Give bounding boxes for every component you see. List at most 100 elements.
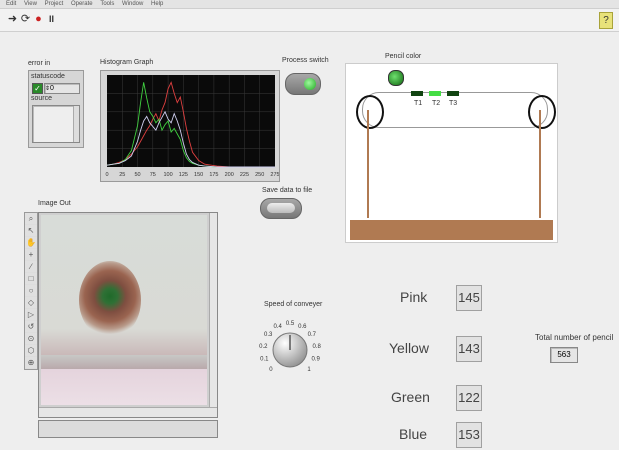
- menu-help[interactable]: Help: [151, 1, 163, 7]
- histogram-tick-label: 25: [119, 172, 125, 178]
- histogram-frame: 0 25 50 75 100 125 150 175 200 225 250 275: [100, 70, 280, 182]
- yellow-count: 143: [456, 336, 482, 362]
- pencil-blob: [79, 261, 141, 339]
- knob-scale-label: 0.6: [298, 324, 307, 330]
- image-vscrollbar[interactable]: [209, 213, 217, 407]
- sensor-t2-label: T2: [432, 100, 441, 107]
- knob-scale-label: 0.5: [286, 321, 295, 327]
- menu-tools[interactable]: Tools: [100, 1, 114, 7]
- pink-count: 145: [456, 285, 482, 311]
- menu-window[interactable]: Window: [122, 1, 143, 7]
- right-roller: [528, 95, 556, 129]
- pan-tool-icon[interactable]: ✋: [25, 237, 37, 249]
- yellow-label: Yellow: [389, 340, 429, 356]
- speed-knob[interactable]: 00.1 0.2 0.30.4 0.5 0.60.7 0.8 0.91: [252, 306, 332, 380]
- conveyor-base: [350, 220, 553, 240]
- knob-scale-label: 0.9: [312, 356, 321, 362]
- toolbar: ➜ ⟳ ● II ?: [0, 9, 619, 32]
- knob-scale-label: 0.1: [260, 356, 269, 362]
- histogram-tick-label: 100: [163, 172, 172, 178]
- image-hscrollbar[interactable]: [39, 407, 217, 417]
- menu-edit[interactable]: Edit: [6, 1, 16, 7]
- source-scrollbar[interactable]: [73, 106, 79, 142]
- run-arrow-icon[interactable]: ➜: [6, 13, 19, 26]
- histogram-graph: 0 25 50 75 100 125 150 175 200 225 250 275: [105, 75, 279, 178]
- image-out-canvas: [41, 215, 207, 405]
- sensor-t3-label: T3: [449, 100, 458, 107]
- histogram-tick-label: 50: [134, 172, 140, 178]
- point-tool-icon[interactable]: +: [25, 249, 37, 261]
- process-switch-light: [304, 78, 316, 90]
- histogram-tick-label: 225: [240, 172, 249, 178]
- pencil-color-label: Pencil color: [385, 53, 422, 60]
- pointer-tool-icon[interactable]: ↖: [25, 225, 37, 237]
- code-label: code: [49, 73, 65, 80]
- save-data-switch[interactable]: [260, 198, 302, 219]
- polyline-tool-icon[interactable]: ⬡: [25, 345, 37, 357]
- menu-project[interactable]: Project: [45, 1, 64, 7]
- knob-scale-label: 0.2: [259, 344, 268, 350]
- menu-view[interactable]: View: [24, 1, 37, 7]
- knob-scale-label: 1: [307, 367, 311, 373]
- run-continuous-icon[interactable]: ⟳: [19, 13, 32, 26]
- left-roller: [356, 95, 384, 129]
- status-checkbox[interactable]: ✓: [32, 83, 43, 94]
- image-status-bar: [38, 420, 218, 438]
- right-post: [539, 110, 541, 218]
- total-count: 563: [550, 347, 578, 363]
- rotate-tool-icon[interactable]: ↺: [25, 321, 37, 333]
- sensor-t3-light: [447, 91, 459, 96]
- total-label: Total number of pencil: [535, 333, 614, 342]
- knob-scale-label: 0.3: [264, 332, 273, 338]
- image-out-display[interactable]: [38, 212, 218, 418]
- menu-bar: Edit View Project Operate Tools Window H…: [0, 0, 619, 9]
- conveyor-belt: [362, 92, 548, 128]
- histogram-label: Histogram Graph: [100, 59, 154, 66]
- status-code-label: statuscode: [31, 73, 65, 80]
- error-in-label: error in: [28, 60, 51, 67]
- line-tool-icon[interactable]: ∕: [25, 261, 37, 273]
- histogram-tick-label: 0: [105, 172, 108, 178]
- error-in-cluster: statuscode ✓ ⇕0 source: [28, 70, 84, 148]
- code-field[interactable]: ⇕0: [44, 83, 80, 94]
- histogram-tick-label: 125: [179, 172, 188, 178]
- rectangle-tool-icon[interactable]: □: [25, 273, 37, 285]
- save-switch-paddle: [267, 203, 295, 213]
- context-help-icon[interactable]: ?: [599, 12, 613, 29]
- sensor-t2-light: [429, 91, 441, 96]
- menu-operate[interactable]: Operate: [71, 1, 93, 7]
- knob-scale-label: 0: [269, 367, 273, 373]
- source-label: source: [31, 95, 53, 102]
- process-switch[interactable]: [285, 73, 321, 95]
- histogram-tick-label: 175: [209, 172, 218, 178]
- blue-label: Blue: [399, 426, 428, 442]
- knob-scale-label: 0.4: [274, 324, 283, 330]
- pencil-color-led: [388, 70, 404, 86]
- sensor-t1-light: [411, 91, 423, 96]
- abort-icon[interactable]: ●: [32, 13, 45, 26]
- process-switch-label: Process switch: [282, 57, 329, 64]
- histogram-tick-label: 200: [225, 172, 234, 178]
- polygon-tool-icon[interactable]: ◇: [25, 297, 37, 309]
- freehand-tool-icon[interactable]: ▷: [25, 309, 37, 321]
- sensor-t1-label: T1: [414, 100, 423, 107]
- left-post: [367, 110, 369, 218]
- crosshair-tool-icon[interactable]: ⊕: [25, 357, 37, 369]
- histogram-tick-label: 275: [270, 172, 279, 178]
- annulus-tool-icon[interactable]: ⊙: [25, 333, 37, 345]
- pink-label: Pink: [400, 289, 428, 305]
- pause-icon[interactable]: II: [45, 13, 58, 26]
- image-out-label: Image Out: [38, 200, 71, 207]
- histogram-tick-label: 150: [194, 172, 203, 178]
- oval-tool-icon[interactable]: ○: [25, 285, 37, 297]
- conveyor-display: T1 T2 T3: [345, 63, 558, 243]
- pencil-base: [41, 355, 207, 369]
- zoom-tool-icon[interactable]: ⌕: [25, 213, 37, 225]
- image-tool-palette: ⌕ ↖ ✋ + ∕ □ ○ ◇ ▷ ↺ ⊙ ⬡ ⊕: [24, 212, 38, 370]
- knob-scale-label: 0.8: [313, 344, 322, 350]
- source-field[interactable]: [32, 105, 80, 143]
- knob-scale-label: 0.7: [308, 332, 317, 338]
- code-value: 0: [50, 85, 54, 92]
- status-label: status: [31, 73, 50, 80]
- histogram-tick-label: 75: [150, 172, 156, 178]
